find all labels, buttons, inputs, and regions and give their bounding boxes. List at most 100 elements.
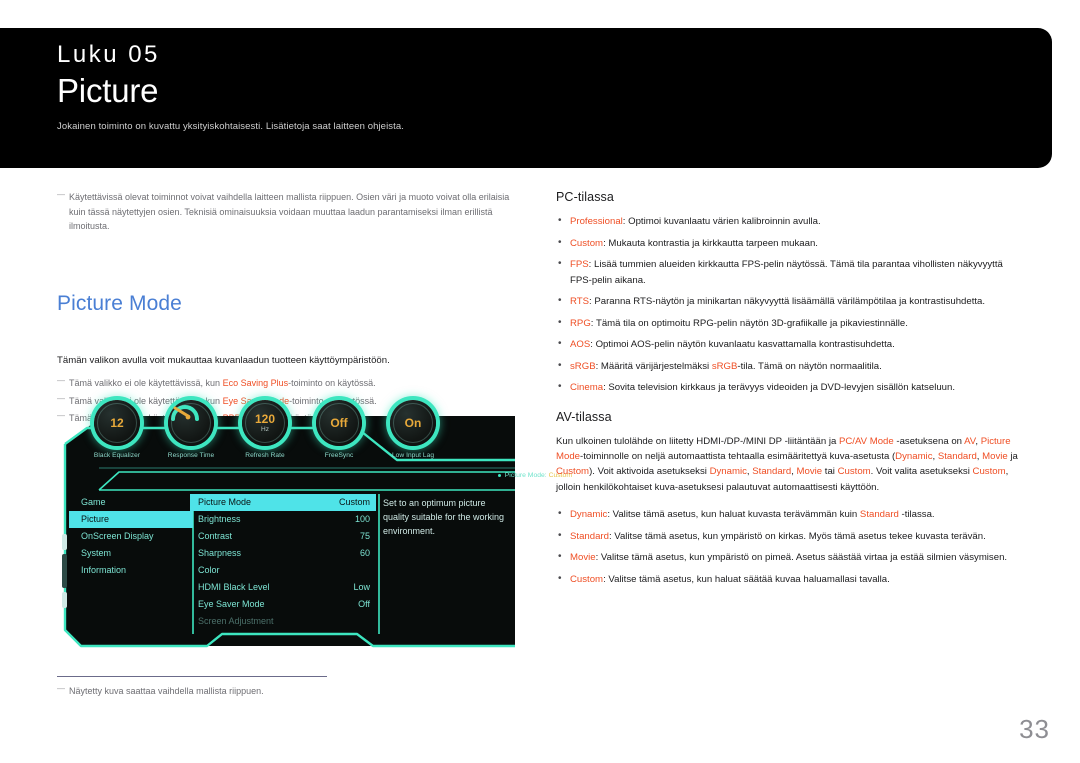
desc: : Valitse tämä asetus, kun ympäristö on … xyxy=(595,552,1008,564)
osd-item-label: HDMI Black Level xyxy=(198,582,270,592)
dial-black-equalizer[interactable]: 12 Black Equalizer xyxy=(79,400,155,459)
osd-status-strip: Picture Mode: Custom xyxy=(387,472,572,479)
desc: : Valitse tämä asetus, kun haluat kuvast… xyxy=(607,509,860,521)
desc: : Sovita television kirkkaus ja terävyys… xyxy=(603,382,955,394)
osd-item-hdmi-black-level[interactable]: HDMI Black Level Low xyxy=(190,579,376,596)
a: Dynamic xyxy=(895,451,933,463)
osd-item-label: Picture Mode xyxy=(198,497,252,507)
term-2: sRGB xyxy=(711,360,738,372)
list-item-professional: Professional: Optimoi kuvanlaatu värien … xyxy=(556,213,1026,230)
osd-nav-list: Game Picture OnScreen Display System Inf… xyxy=(69,494,193,579)
osd-help-text: Set to an optimum picture quality suitab… xyxy=(383,498,505,537)
dial-freesync[interactable]: Off FreeSync xyxy=(301,400,377,459)
osd-item-value: 60 xyxy=(359,548,370,558)
dial-value: On xyxy=(404,416,422,430)
term: AOS xyxy=(570,339,591,351)
term: Custom xyxy=(570,573,604,585)
a: Custom xyxy=(556,466,590,478)
gauge-icon xyxy=(171,405,199,421)
osd-item-sharpness[interactable]: Sharpness 60 xyxy=(190,545,376,562)
osd-item-brightness[interactable]: Brightness 100 xyxy=(190,511,376,528)
list-item-movie: Movie: Valitse tämä asetus, kun ympärist… xyxy=(556,549,1026,566)
dial-face xyxy=(168,400,214,446)
dial-response-time[interactable]: Response Time xyxy=(153,400,229,459)
bullet-dot-icon xyxy=(497,473,501,477)
dial-value: 12 xyxy=(110,416,124,430)
list-item-dynamic: Dynamic: Valitse tämä asetus, kun haluat… xyxy=(556,506,1026,523)
osd-item-label: Screen Adjustment xyxy=(198,616,274,626)
right-column: PC-tilassa Professional: Optimoi kuvanla… xyxy=(556,190,1026,593)
list-item-custom-av: Custom: Valitse tämä asetus, kun haluat … xyxy=(556,571,1026,588)
osd-screenshot: 12 Black Equalizer Response Time 120 Hz … xyxy=(57,398,572,660)
list-item-fps: FPS: Lisää tummien alueiden kirkkautta F… xyxy=(556,256,1026,288)
osd-item-color[interactable]: Color xyxy=(190,562,376,579)
desc: : Tämä tila on optimoitu RPG-pelin näytö… xyxy=(590,317,908,329)
picture-mode-intro: Tämän valikon avulla voit mukauttaa kuva… xyxy=(57,354,390,366)
list-item-rts: RTS: Paranna RTS-näytön ja minikartan nä… xyxy=(556,293,1026,310)
a: Custom xyxy=(972,466,1006,478)
footer-note: Näytetty kuva saattaa vaihdella mallista… xyxy=(57,683,477,699)
desc-2: -tilassa. xyxy=(898,509,935,521)
dial-label: Black Equalizer xyxy=(93,452,141,459)
osd-item-label: Eye Saver Mode xyxy=(198,599,265,609)
note-post: -toiminto on käytössä. xyxy=(288,378,376,389)
a: Movie xyxy=(796,466,823,478)
a: Movie xyxy=(982,451,1008,463)
desc: : Optimoi kuvanlaatu värien kalibroinnin… xyxy=(622,216,821,227)
page-number: 33 xyxy=(1019,714,1050,744)
list-item-srgb: sRGB: Määritä värijärjestelmäksi sRGB-ti… xyxy=(556,358,1026,375)
a: AV xyxy=(964,435,976,447)
dial-value: 120 xyxy=(254,411,276,426)
dial-face: 12 xyxy=(94,400,140,446)
page-title: Picture xyxy=(57,72,159,109)
list-item-rpg: RPG: Tämä tila on optimoitu RPG-pelin nä… xyxy=(556,315,1026,332)
list-item-aos: AOS: Optimoi AOS-pelin näytön kuvanlaatu… xyxy=(556,336,1026,353)
a: Dynamic xyxy=(709,466,747,478)
osd-nav-onscreen-display[interactable]: OnScreen Display xyxy=(69,528,193,545)
term: Custom xyxy=(570,237,604,249)
osd-item-value: 75 xyxy=(359,531,370,541)
t: . Voit valita asetukseksi xyxy=(870,466,973,478)
desc: : Valitse tämä asetus, kun ympäristö on … xyxy=(608,530,986,542)
a: PC/AV Mode xyxy=(838,435,894,447)
term: Standard xyxy=(570,530,609,542)
av-mode-paragraph: Kun ulkoinen tulolähde on liitetty HDMI-… xyxy=(556,434,1026,495)
osd-item-screen-adjustment: Screen Adjustment xyxy=(190,613,376,630)
term-2: Standard xyxy=(859,509,899,521)
desc: : Paranna RTS-näytön ja minikartan näkyv… xyxy=(589,296,986,308)
t: -asetuksena on xyxy=(893,435,965,447)
term: RTS xyxy=(570,296,590,308)
status-key: Picture Mode: xyxy=(504,472,547,479)
dial-refresh-rate[interactable]: 120 Hz Refresh Rate xyxy=(227,400,303,459)
availability-note: Käytettävissä olevat toiminnot voivat va… xyxy=(57,189,525,234)
a: Standard xyxy=(752,466,792,478)
a: Standard xyxy=(937,451,977,463)
t: ). Voit aktivoida asetukseksi xyxy=(589,466,710,478)
chapter-label: Luku 05 xyxy=(57,41,160,68)
note-eco-saving-plus: Tämä valikko ei ole käytettävissä, kun E… xyxy=(57,375,525,391)
osd-item-label: Brightness xyxy=(198,514,241,524)
osd-nav-game[interactable]: Game xyxy=(69,494,193,511)
desc-2: -tila. Tämä on näytön normaalitila. xyxy=(737,360,882,372)
osd-item-eye-saver-mode[interactable]: Eye Saver Mode Off xyxy=(190,596,376,613)
heading-pc-mode: PC-tilassa xyxy=(556,190,614,204)
t: -toiminnolle on neljä automaattista teht… xyxy=(580,451,896,463)
osd-nav-information[interactable]: Information xyxy=(69,562,193,579)
osd-item-label: Sharpness xyxy=(198,548,242,558)
dial-value: Off xyxy=(330,416,348,430)
dial-low-input-lag[interactable]: On Low Input Lag xyxy=(375,400,451,459)
note-pre: Tämä valikko ei ole käytettävissä, kun xyxy=(69,378,223,389)
note-accent: Eco Saving Plus xyxy=(222,378,289,389)
dial-unit: Hz xyxy=(261,425,269,433)
osd-nav-system[interactable]: System xyxy=(69,545,193,562)
banner-subtitle: Jokainen toiminto on kuvattu yksityiskoh… xyxy=(57,121,404,132)
t: ja xyxy=(1007,451,1018,463)
osd-nav-picture[interactable]: Picture xyxy=(69,511,193,528)
osd-item-value: 100 xyxy=(354,514,370,524)
osd-menu: Game Picture OnScreen Display System Inf… xyxy=(57,494,517,644)
list-item-cinema: Cinema: Sovita television kirkkaus ja te… xyxy=(556,379,1026,396)
osd-item-picture-mode[interactable]: Picture Mode Custom xyxy=(190,494,376,511)
heading-av-mode: AV-tilassa xyxy=(556,409,612,424)
osd-item-value: Custom xyxy=(338,497,370,507)
osd-item-contrast[interactable]: Contrast 75 xyxy=(190,528,376,545)
